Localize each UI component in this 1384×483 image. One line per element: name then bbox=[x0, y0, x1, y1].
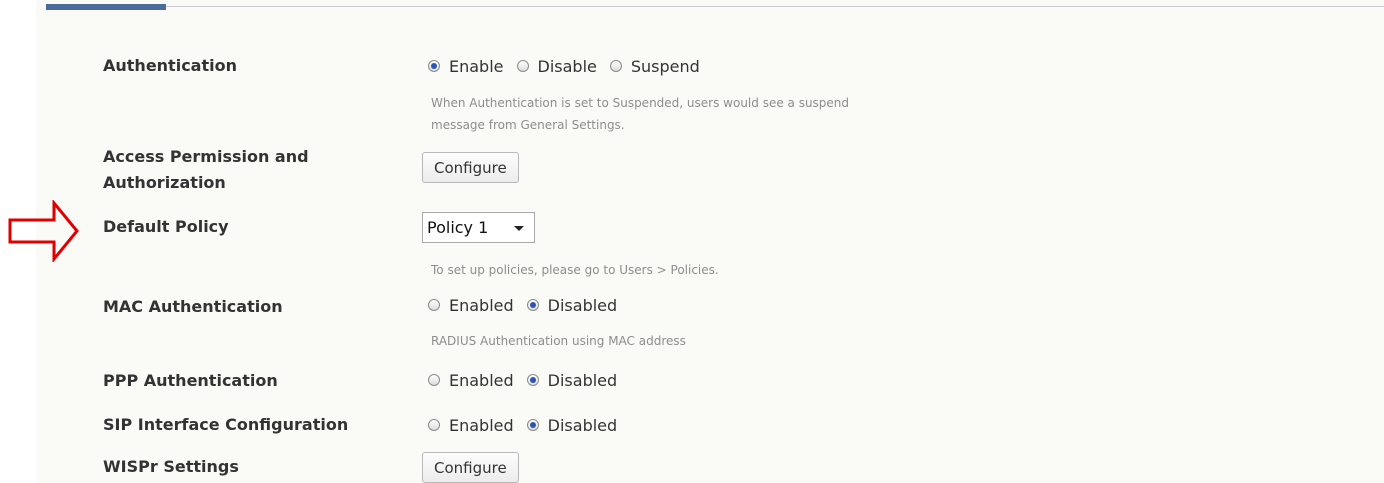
authentication-label: Authentication bbox=[103, 56, 237, 75]
mac-authentication-radio-group: Enabled Disabled bbox=[428, 293, 630, 317]
radio-label: Disabled bbox=[547, 415, 618, 435]
radio-checked-icon bbox=[526, 374, 539, 386]
radio-unchecked-icon bbox=[428, 374, 440, 386]
access-permission-label-line2: Authorization bbox=[103, 173, 226, 192]
top-divider bbox=[46, 6, 1384, 7]
ppp-authentication-disabled-radio[interactable]: Disabled bbox=[526, 370, 618, 390]
wispr-configure-button[interactable]: Configure bbox=[422, 452, 519, 483]
red-arrow-icon bbox=[8, 200, 79, 262]
mac-authentication-hint: RADIUS Authentication using MAC address bbox=[431, 334, 686, 348]
radio-checked-icon bbox=[428, 60, 440, 72]
default-policy-label: Default Policy bbox=[103, 217, 229, 236]
sip-interface-disabled-radio[interactable]: Disabled bbox=[526, 415, 618, 435]
radio-checked-icon bbox=[526, 419, 539, 431]
active-tab-indicator bbox=[46, 4, 166, 10]
wispr-settings-label: WISPr Settings bbox=[103, 457, 239, 476]
ppp-authentication-label: PPP Authentication bbox=[103, 371, 278, 390]
authentication-suspend-radio[interactable]: Suspend bbox=[609, 56, 700, 76]
radio-label: Enabled bbox=[449, 370, 514, 390]
mac-authentication-label: MAC Authentication bbox=[103, 297, 283, 316]
radio-label: Disabled bbox=[547, 295, 618, 315]
mac-authentication-enabled-radio[interactable]: Enabled bbox=[428, 296, 514, 315]
sip-interface-label: SIP Interface Configuration bbox=[103, 415, 349, 434]
sip-interface-radio-group: Enabled Disabled bbox=[428, 413, 630, 437]
default-policy-hint: To set up policies, please go to Users >… bbox=[431, 263, 719, 277]
radio-checked-icon bbox=[526, 299, 539, 311]
radio-label: Enabled bbox=[449, 295, 514, 315]
radio-label: Suspend bbox=[630, 56, 700, 76]
radio-unchecked-icon bbox=[516, 60, 529, 72]
sip-interface-enabled-radio[interactable]: Enabled bbox=[428, 416, 514, 435]
default-policy-selected-value: Policy 1 bbox=[427, 218, 489, 237]
access-permission-configure-button[interactable]: Configure bbox=[422, 152, 519, 183]
ppp-authentication-radio-group: Enabled Disabled bbox=[428, 368, 630, 392]
access-permission-label-line1: Access Permission and bbox=[103, 147, 309, 166]
radio-label: Disable bbox=[537, 56, 597, 76]
authentication-disable-radio[interactable]: Disable bbox=[516, 56, 597, 76]
radio-unchecked-icon bbox=[609, 60, 622, 72]
radio-label: Disabled bbox=[547, 370, 618, 390]
default-policy-select[interactable]: Policy 1 bbox=[422, 212, 535, 243]
authentication-enable-radio[interactable]: Enable bbox=[428, 57, 504, 76]
radio-unchecked-icon bbox=[428, 419, 440, 431]
radio-label: Enable bbox=[449, 56, 504, 76]
chevron-down-icon bbox=[514, 226, 524, 231]
ppp-authentication-enabled-radio[interactable]: Enabled bbox=[428, 371, 514, 390]
authentication-hint-line2: message from General Settings. bbox=[431, 118, 625, 132]
mac-authentication-disabled-radio[interactable]: Disabled bbox=[526, 295, 618, 315]
authentication-hint-line1: When Authentication is set to Suspended,… bbox=[431, 96, 850, 110]
radio-unchecked-icon bbox=[428, 299, 440, 311]
radio-label: Enabled bbox=[449, 415, 514, 435]
authentication-radio-group: Enable Disable Suspend bbox=[428, 54, 713, 78]
